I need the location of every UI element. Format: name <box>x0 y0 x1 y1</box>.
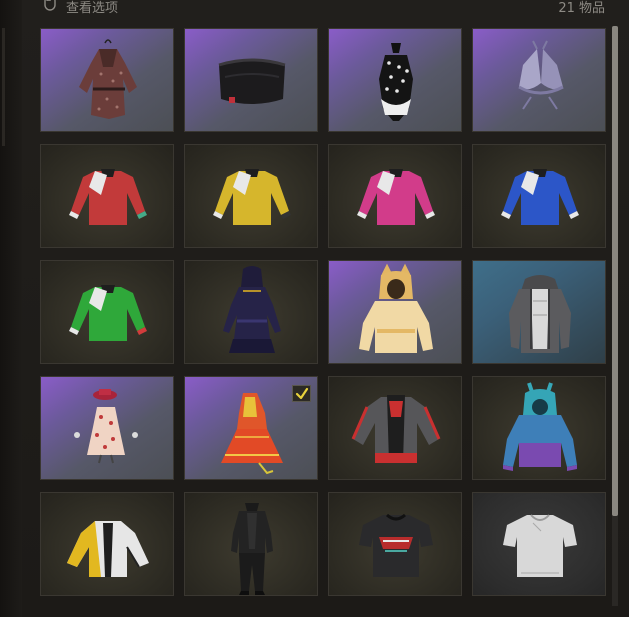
item-tile-green-long-sleeve-shirt[interactable] <box>40 260 174 364</box>
floral-dress-image <box>74 389 138 464</box>
item-tile-patterned-wrap-dress[interactable] <box>40 28 174 132</box>
item-tile-blue-long-sleeve-shirt[interactable] <box>472 144 606 248</box>
item-tile-dark-hooded-dress[interactable] <box>184 260 318 364</box>
white-tee-image <box>503 514 577 577</box>
track-jacket-image <box>351 395 441 463</box>
yellow-shirt-image <box>213 169 291 225</box>
view-options-label[interactable]: 查看选项 <box>66 0 118 16</box>
item-tile-black-tube-top[interactable] <box>184 28 318 132</box>
equipped-checkmark <box>292 385 311 402</box>
item-tile-cat-ear-yellow-hoodie[interactable] <box>328 260 462 364</box>
left-edge-notch <box>2 28 5 146</box>
item-tile-yellow-long-sleeve-shirt[interactable] <box>184 144 318 248</box>
scrollbar-thumb[interactable] <box>612 26 618 516</box>
left-edge-bar <box>0 0 22 617</box>
tube-top-image <box>218 58 286 104</box>
panel-header: 查看选项 21 物品 <box>22 0 629 16</box>
item-tile-white-t-shirt[interactable] <box>472 492 606 596</box>
checkmark-icon <box>295 387 309 400</box>
item-tile-pink-long-sleeve-shirt[interactable] <box>328 144 462 248</box>
item-tile-teal-purple-bunny-hoodie[interactable] <box>472 376 606 480</box>
gray-jacket-image <box>509 275 571 353</box>
item-tile-polka-dot-swimsuit[interactable] <box>328 28 462 132</box>
item-tile-yellow-white-jacket[interactable] <box>40 492 174 596</box>
yellow-jacket-image <box>67 521 149 577</box>
red-shirt-image <box>69 169 147 225</box>
bikini-top-image <box>518 40 564 110</box>
inventory-panel: 查看选项 21 物品 <box>22 0 629 617</box>
bunny-hoodie-image <box>503 382 577 471</box>
mouse-icon <box>42 0 58 11</box>
item-tile-black-leather-outfit[interactable] <box>184 492 318 596</box>
hooded-dress-image <box>223 266 281 353</box>
item-tile-black-graphic-tee[interactable] <box>328 492 462 596</box>
item-tile-red-long-sleeve-shirt[interactable] <box>40 144 174 248</box>
leather-outfit-image <box>231 503 273 595</box>
item-tile-gray-hooded-jacket[interactable] <box>472 260 606 364</box>
wrap-dress-image <box>79 39 137 119</box>
item-tile-floral-dress-with-hat[interactable] <box>40 376 174 480</box>
item-tile-gray-red-track-jacket[interactable] <box>328 376 462 480</box>
item-tile-orange-festive-dress[interactable] <box>184 376 318 480</box>
green-shirt-image <box>69 285 147 341</box>
item-tile-lavender-bikini-top[interactable] <box>472 28 606 132</box>
swimsuit-image <box>379 43 413 121</box>
cat-hoodie-image <box>359 263 433 353</box>
item-count: 21 物品 <box>558 1 605 16</box>
graphic-tee-image <box>359 513 433 577</box>
pink-shirt-image <box>357 169 435 225</box>
blue-shirt-image <box>501 169 579 225</box>
